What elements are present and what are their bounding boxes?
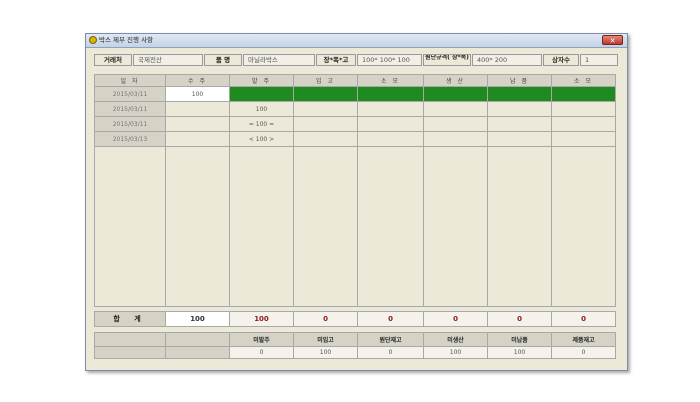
cell[interactable] — [423, 101, 488, 117]
total-label: 합 계 — [94, 311, 166, 327]
total-value: 0 — [357, 311, 424, 327]
progress-cell — [293, 86, 358, 102]
column-header: 생 산 — [423, 74, 488, 87]
cell[interactable] — [423, 131, 488, 147]
order-cell[interactable] — [165, 116, 230, 132]
close-button[interactable]: ✕ — [602, 35, 623, 45]
main-window: 박스 제부 진행 사항 ✕ 거래처 국제전산 품 명 마닐라박스 장*폭*고 1… — [85, 33, 628, 371]
total-value: 100 — [165, 311, 230, 327]
cell[interactable] — [293, 116, 358, 132]
cell[interactable] — [293, 101, 358, 117]
client-field[interactable]: 국제전산 — [133, 54, 203, 66]
cell[interactable] — [487, 131, 552, 147]
column-header: 소 모 — [551, 74, 616, 87]
summary-value: 0 — [551, 346, 616, 359]
progress-table: 일 자 수 주 발 주 입 고 소 모 생 산 납 품 소 모 2015/03/… — [94, 74, 616, 359]
column-header: 일 자 — [94, 74, 166, 87]
cell[interactable] — [551, 131, 616, 147]
cell[interactable] — [357, 101, 424, 117]
summary-header: 미발주 — [229, 332, 294, 347]
summary-value-row: 0 100 0 100 100 0 — [94, 346, 616, 359]
column-header: 발 주 — [229, 74, 294, 87]
product-field[interactable]: 마닐라박스 — [243, 54, 315, 66]
total-row: 합 계 100 100 0 0 0 0 0 — [94, 311, 616, 327]
total-value: 0 — [423, 311, 488, 327]
summary-value: 100 — [487, 346, 552, 359]
window-title: 박스 제부 진행 사항 — [99, 36, 154, 44]
progress-cell — [423, 86, 488, 102]
title-bar[interactable]: 박스 제부 진행 사항 ✕ — [86, 34, 627, 48]
cut-size-label: 원단규격( 장*폭) — [423, 54, 471, 66]
order-cell[interactable] — [165, 131, 230, 147]
summary-header: 미납품 — [487, 332, 552, 347]
column-header: 입 고 — [293, 74, 358, 87]
box-count-field[interactable]: 1 — [580, 54, 618, 66]
total-value: 100 — [229, 311, 294, 327]
date-cell[interactable]: 2015/03/11 — [94, 101, 166, 117]
dims-label: 장*폭*고 — [316, 54, 356, 66]
date-cell[interactable]: 2015/03/11 — [94, 116, 166, 132]
cell[interactable] — [357, 116, 424, 132]
app-icon — [89, 36, 97, 44]
column-header: 납 품 — [487, 74, 552, 87]
table-row[interactable]: 2015/03/13 < 100 > — [94, 131, 616, 147]
column-header: 수 주 — [165, 74, 230, 87]
cell[interactable] — [487, 116, 552, 132]
progress-cell — [551, 86, 616, 102]
purchase-cell[interactable]: = 100 = — [229, 116, 294, 132]
progress-cell — [487, 86, 552, 102]
product-label: 품 명 — [204, 54, 242, 66]
table-header: 일 자 수 주 발 주 입 고 소 모 생 산 납 품 소 모 — [94, 74, 616, 87]
order-cell[interactable]: 100 — [165, 86, 230, 102]
cell[interactable] — [423, 116, 488, 132]
order-cell[interactable] — [165, 101, 230, 117]
progress-cell — [229, 86, 294, 102]
total-value: 0 — [293, 311, 358, 327]
cut-size-field[interactable]: 400* 200 — [472, 54, 542, 66]
summary-header: 제품재고 — [551, 332, 616, 347]
summary-value: 100 — [423, 346, 488, 359]
cell[interactable] — [551, 101, 616, 117]
cell[interactable] — [357, 131, 424, 147]
purchase-cell[interactable]: < 100 > — [229, 131, 294, 147]
box-count-label: 상자수 — [543, 54, 579, 66]
summary-value: 0 — [357, 346, 424, 359]
date-cell[interactable]: 2015/03/11 — [94, 86, 166, 102]
summary-header-row: 미발주 미입고 원단재고 미생산 미납품 제품재고 — [94, 332, 616, 347]
table-row[interactable]: 2015/03/11 = 100 = — [94, 116, 616, 132]
table-row[interactable]: 2015/03/11 100 — [94, 101, 616, 117]
summary-value: 100 — [293, 346, 358, 359]
summary-value: 0 — [229, 346, 294, 359]
column-header: 소 모 — [357, 74, 424, 87]
total-value: 0 — [487, 311, 552, 327]
summary-header: 미생산 — [423, 332, 488, 347]
summary-header: 미입고 — [293, 332, 358, 347]
total-value: 0 — [551, 311, 616, 327]
summary-header: 원단재고 — [357, 332, 424, 347]
progress-cell — [357, 86, 424, 102]
cell[interactable] — [551, 116, 616, 132]
cell[interactable] — [293, 131, 358, 147]
purchase-cell[interactable]: 100 — [229, 101, 294, 117]
empty-area — [94, 146, 616, 307]
table-row[interactable]: 2015/03/11 100 — [94, 86, 616, 102]
dims-field[interactable]: 100* 100* 100 — [357, 54, 422, 66]
date-cell[interactable]: 2015/03/13 — [94, 131, 166, 147]
client-label: 거래처 — [94, 54, 132, 66]
cell[interactable] — [487, 101, 552, 117]
